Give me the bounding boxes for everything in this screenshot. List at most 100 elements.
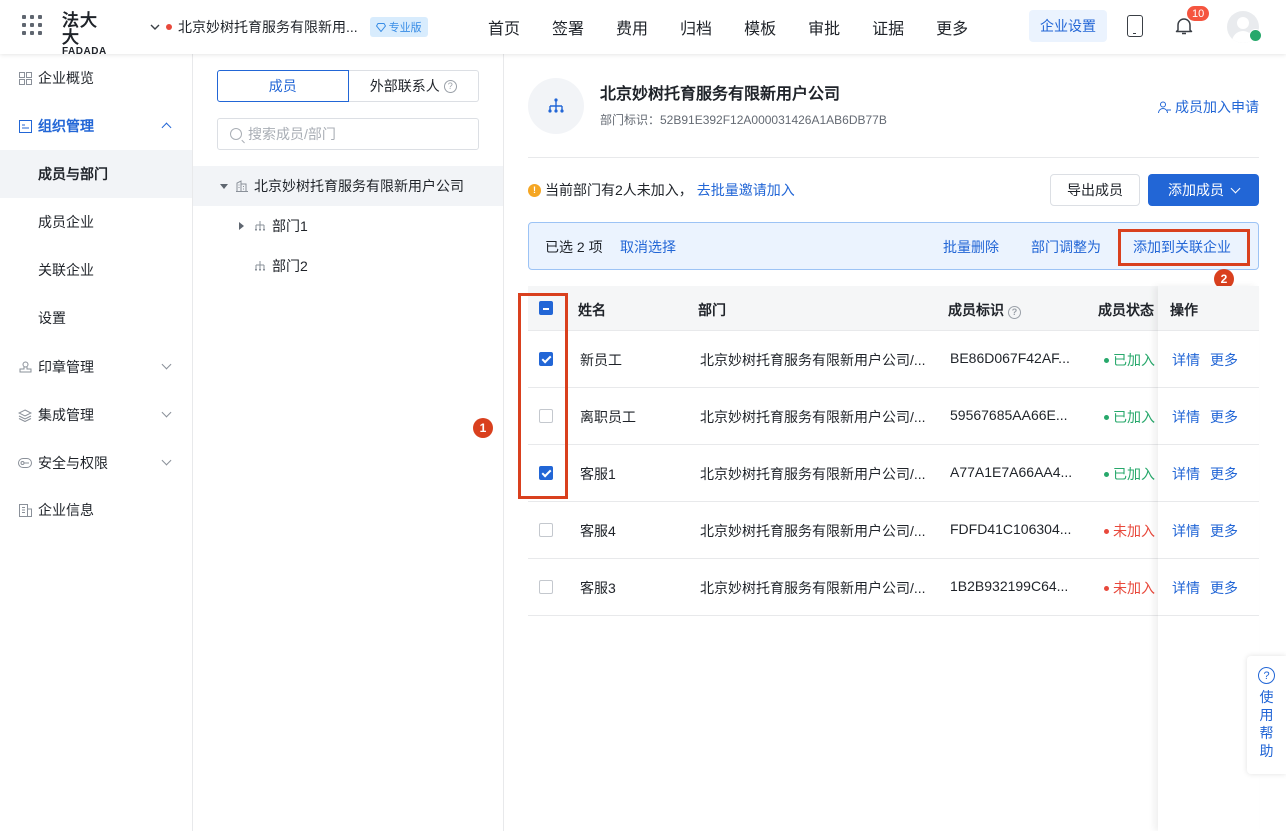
caret-down-icon[interactable] — [220, 183, 228, 189]
more-link[interactable]: 更多 — [1210, 578, 1238, 598]
table-row[interactable]: 客服1 北京妙树托育服务有限新用户公司/... A77A1E7A66AA4... 已加… — [528, 445, 1259, 502]
sidebar-item-members-departments[interactable]: 成员与部门 — [0, 150, 192, 198]
member-status: 已加入 — [1104, 464, 1155, 484]
move-department-link[interactable]: 部门调整为 — [1031, 237, 1101, 257]
col-status: 成员状态 — [1098, 302, 1154, 318]
table-row[interactable]: 离职员工 北京妙树托育服务有限新用户公司/... 59567685AA66E... 已… — [528, 388, 1259, 445]
sidebar-item-integration[interactable]: 集成管理 — [0, 391, 192, 439]
caret-right-icon[interactable] — [239, 222, 244, 230]
org-icon — [18, 119, 32, 133]
logo-text: 法大大 — [62, 11, 98, 47]
edition-label: 专业版 — [388, 22, 422, 34]
app-grid-icon[interactable] — [22, 15, 42, 35]
mobile-phone-icon[interactable] — [1127, 15, 1143, 37]
company-switcher[interactable]: 北京妙树托育服务有限新用... 专业版 — [150, 17, 428, 37]
member-id: FDFD41C106304... — [950, 521, 1072, 537]
nav-templates[interactable]: 模板 — [744, 15, 776, 39]
help-circle-icon[interactable]: ? — [443, 79, 457, 93]
more-link[interactable]: 更多 — [1210, 464, 1238, 484]
help-float-button[interactable]: ? 使用帮助 — [1247, 656, 1286, 774]
nav-evidence[interactable]: 证据 — [872, 15, 904, 39]
sidebar-item-enterprise-info[interactable]: 企业信息 — [0, 486, 192, 534]
row-checkbox[interactable] — [539, 580, 553, 594]
detail-link[interactable]: 详情 — [1172, 521, 1200, 541]
tree-node-label: 部门2 — [272, 258, 308, 274]
member-id: BE86D067F42AF... — [950, 350, 1070, 366]
row-checkbox[interactable] — [539, 523, 553, 537]
tree-search-input[interactable]: 搜索成员/部门 — [217, 118, 479, 150]
more-link[interactable]: 更多 — [1210, 350, 1238, 370]
tree-node-root[interactable]: 北京妙树托育服务有限新用户公司 — [193, 166, 503, 206]
nav-home[interactable]: 首页 — [488, 15, 520, 39]
sidebar-item-security[interactable]: 安全与权限 — [0, 439, 192, 487]
batch-delete-link[interactable]: 批量删除 — [943, 237, 999, 257]
more-link[interactable]: 更多 — [1210, 521, 1238, 541]
search-placeholder: 搜索成员/部门 — [248, 126, 336, 142]
nav-archive[interactable]: 归档 — [680, 15, 712, 39]
col-department: 部门 — [698, 302, 726, 318]
op-cell: 详情 更多 — [1158, 445, 1259, 502]
tab-label: 外部联系人 — [369, 78, 440, 94]
tree-node-dept2[interactable]: 部门2 — [193, 246, 503, 286]
member-join-request-link[interactable]: 成员加入申请 — [1158, 97, 1259, 117]
batch-invite-link[interactable]: 去批量邀请加入 — [697, 180, 795, 200]
department-id: 部门标识：52B91E392F12A000031426A1AB6DB77B — [600, 113, 887, 127]
member-department: 北京妙树托育服务有限新用户公司/... — [700, 523, 926, 539]
department-tree-panel: 成员 外部联系人 ? 搜索成员/部门 北京妙树托育服务有限新用户公司 部门1 部… — [193, 54, 504, 831]
add-member-button[interactable]: 添加成员 — [1148, 174, 1259, 206]
member-name: 客服4 — [580, 523, 616, 539]
detail-link[interactable]: 详情 — [1172, 350, 1200, 370]
warning-icon: ! — [528, 183, 541, 197]
table-row[interactable]: 客服4 北京妙树托育服务有限新用户公司/... FDFD41C106304... 未加… — [528, 502, 1259, 559]
table-row[interactable]: 客服3 北京妙树托育服务有限新用户公司/... 1B2B932199C64... 未加… — [528, 559, 1259, 616]
member-name: 离职员工 — [580, 409, 636, 425]
member-status: 已加入 — [1104, 350, 1155, 370]
status-dot — [1104, 471, 1109, 477]
hierarchy-icon — [548, 98, 564, 113]
col-member-id: 成员标识? — [948, 300, 1021, 320]
chevron-down-icon — [161, 359, 172, 370]
detail-link[interactable]: 详情 — [1172, 407, 1200, 427]
member-department: 北京妙树托育服务有限新用户公司/... — [700, 352, 926, 368]
export-members-button[interactable]: 导出成员 — [1050, 174, 1140, 206]
sidebar-item-seals[interactable]: 印章管理 — [0, 343, 192, 391]
nav-fees[interactable]: 费用 — [616, 15, 648, 39]
sidebar-item-settings[interactable]: 设置 — [0, 294, 192, 342]
sidebar-item-related-enterprises[interactable]: 关联企业 — [0, 246, 192, 294]
tab-members[interactable]: 成员 — [217, 70, 349, 102]
sidebar-item-label: 企业概览 — [38, 70, 94, 86]
highlight-selected-checkboxes — [518, 293, 568, 499]
tab-external-contacts[interactable]: 外部联系人 ? — [348, 70, 479, 102]
col-name: 姓名 — [578, 302, 606, 318]
member-status: 已加入 — [1104, 407, 1155, 427]
help-circle-icon[interactable]: ? — [1008, 305, 1021, 319]
sidebar-item-overview[interactable]: 企业概览 — [0, 54, 192, 102]
table-row[interactable]: 新员工 北京妙树托育服务有限新用户公司/... BE86D067F42AF... 已加… — [528, 331, 1259, 388]
nav-sign[interactable]: 签署 — [552, 15, 584, 39]
enterprise-settings-button[interactable]: 企业设置 — [1029, 10, 1107, 42]
status-label: 已加入 — [1113, 409, 1155, 425]
tree-node-dept1[interactable]: 部门1 — [193, 206, 503, 246]
nav-more[interactable]: 更多 — [936, 15, 968, 39]
member-table-header: 姓名 部门 成员标识? 成员状态 — [528, 286, 1259, 331]
more-link[interactable]: 更多 — [1210, 407, 1238, 427]
member-department: 北京妙树托育服务有限新用户公司/... — [700, 466, 926, 482]
nav-approval[interactable]: 审批 — [808, 15, 840, 39]
sidebar-item-label: 印章管理 — [38, 359, 94, 375]
status-label: 未加入 — [1113, 523, 1155, 539]
fadada-logo[interactable]: 法大大 FADADA — [62, 12, 114, 57]
layers-icon — [18, 408, 32, 422]
cancel-selection-link[interactable]: 取消选择 — [620, 237, 676, 257]
sidebar-item-org[interactable]: 组织管理 — [0, 102, 192, 150]
edition-badge: 专业版 — [369, 17, 428, 37]
detail-link[interactable]: 详情 — [1172, 578, 1200, 598]
detail-link[interactable]: 详情 — [1172, 464, 1200, 484]
department-title: 北京妙树托育服务有限新用户公司 — [600, 86, 841, 103]
notification-badge: 10 — [1186, 5, 1211, 22]
sidebar-item-member-enterprises[interactable]: 成员企业 — [0, 198, 192, 246]
op-header-cell: 操作 — [1158, 286, 1259, 331]
divider — [528, 157, 1259, 158]
member-status: 未加入 — [1104, 521, 1155, 541]
status-dot — [1104, 357, 1109, 363]
status-label: 未加入 — [1113, 580, 1155, 596]
